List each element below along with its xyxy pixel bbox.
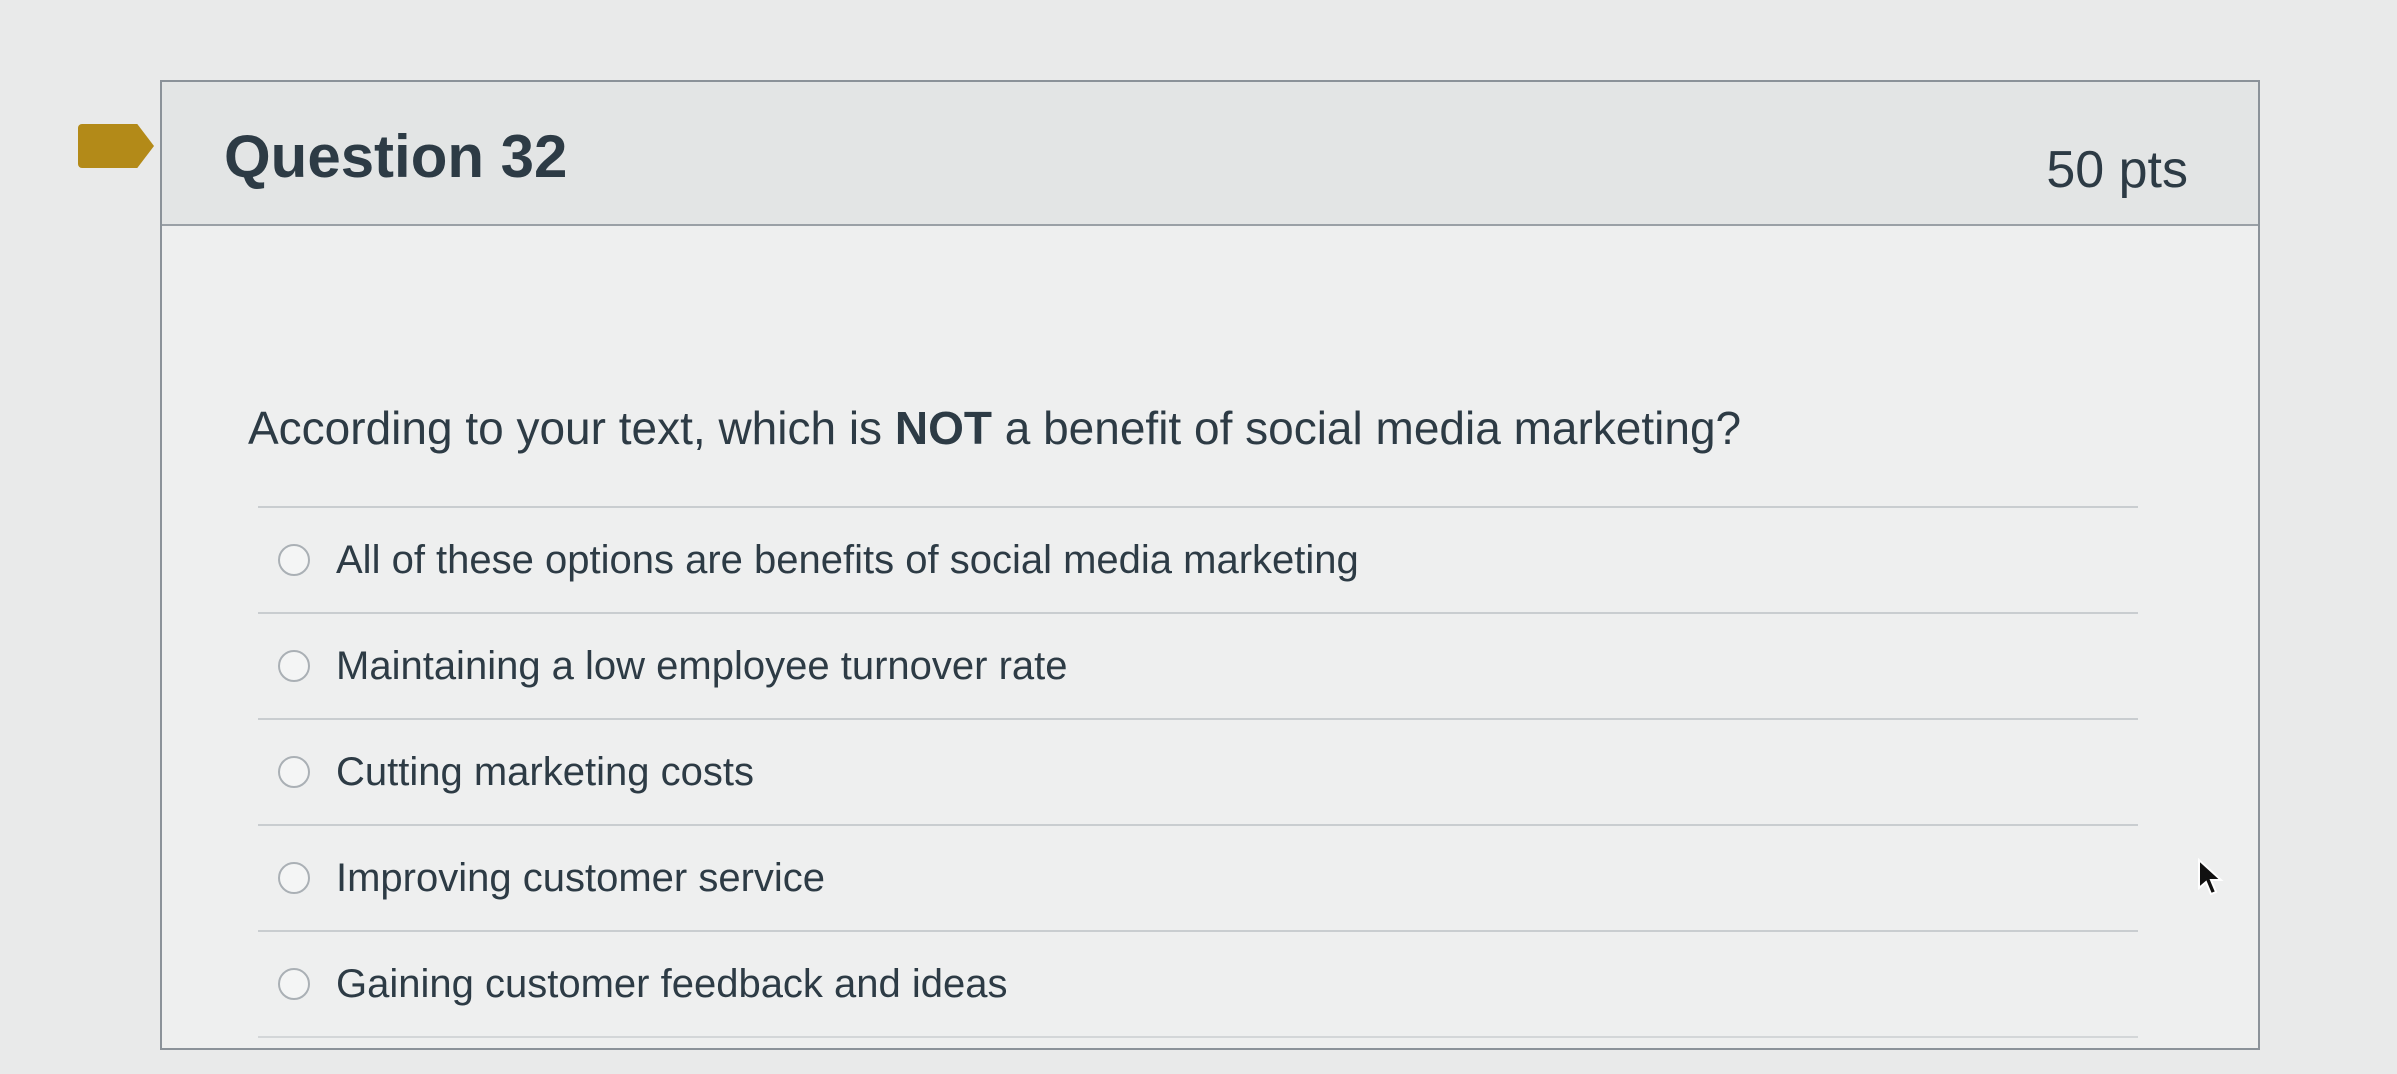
answer-option-3[interactable]: Cutting marketing costs (258, 718, 2138, 824)
radio-button[interactable] (278, 650, 310, 682)
answer-label[interactable]: Improving customer service (336, 856, 825, 901)
radio-button[interactable] (278, 756, 310, 788)
flag-question-icon[interactable] (78, 124, 154, 168)
question-body: According to your text, which is NOT a b… (162, 226, 2258, 1048)
answer-option-2[interactable]: Maintaining a low employee turnover rate (258, 612, 2138, 718)
radio-button[interactable] (278, 862, 310, 894)
answer-label[interactable]: Maintaining a low employee turnover rate (336, 644, 1068, 689)
answer-option-5[interactable]: Gaining customer feedback and ideas (258, 930, 2138, 1038)
answer-list: All of these options are benefits of soc… (258, 506, 2138, 1038)
question-card: Question 32 50 pts According to your tex… (160, 80, 2260, 1050)
question-text-after: a benefit of social media marketing? (991, 402, 1742, 454)
question-header: Question 32 50 pts (162, 82, 2258, 226)
question-text: According to your text, which is NOT a b… (248, 401, 1741, 455)
question-text-before: According to your text, which is (248, 402, 895, 454)
answer-label[interactable]: All of these options are benefits of soc… (336, 538, 1359, 583)
question-title: Question 32 (224, 123, 568, 190)
answer-option-1[interactable]: All of these options are benefits of soc… (258, 506, 2138, 612)
question-points: 50 pts (2046, 141, 2188, 199)
radio-button[interactable] (278, 544, 310, 576)
mouse-pointer-icon (2198, 858, 2224, 896)
answer-label[interactable]: Gaining customer feedback and ideas (336, 962, 1008, 1007)
radio-button[interactable] (278, 968, 310, 1000)
answer-option-4[interactable]: Improving customer service (258, 824, 2138, 930)
question-text-emphasis: NOT (894, 402, 992, 454)
answer-label[interactable]: Cutting marketing costs (336, 750, 754, 795)
